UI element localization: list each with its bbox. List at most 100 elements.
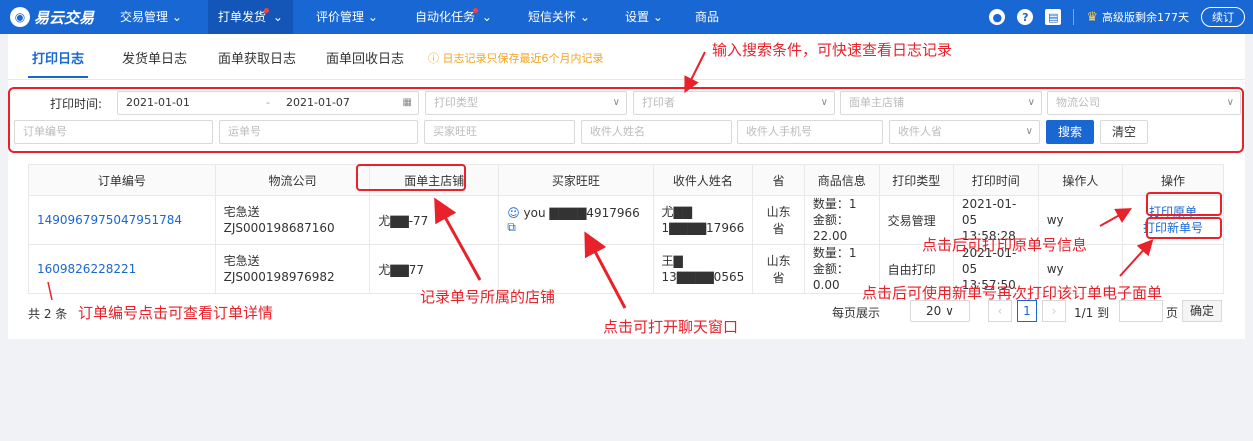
- log-tabs: 打印日志 发货单日志 面单获取日志 面单回收日志 ⓘ 日志记录只保存最近6个月内…: [8, 34, 1245, 80]
- copy-icon[interactable]: ⧉: [507, 220, 516, 234]
- province: 山东省: [752, 195, 805, 245]
- logistics-no: ZJS000198976982: [223, 270, 335, 284]
- renew-button[interactable]: 续订: [1201, 7, 1245, 27]
- nav-settings[interactable]: 设置 ⌄: [615, 0, 673, 34]
- print-original-highlight: [1146, 192, 1222, 216]
- buyer-ww[interactable]: you ▇▇▇▇4917966: [524, 206, 640, 220]
- date-end: 2021-01-07: [286, 96, 350, 109]
- col-operator: 操作人: [1037, 164, 1123, 196]
- annotation-search: 输入搜索条件，可快速查看日志记录: [712, 41, 953, 59]
- chevron-down-icon: ∨: [612, 97, 620, 108]
- app-logo[interactable]: ◉ 易云交易: [10, 6, 94, 28]
- confirm-button[interactable]: 确定: [1182, 300, 1222, 322]
- vip-remaining: 高级版剩余177天: [1102, 11, 1189, 24]
- page-size-select[interactable]: 20 ∨: [910, 300, 970, 322]
- order-no-link[interactable]: 1609826228221: [37, 262, 136, 276]
- retention-notice: ⓘ 日志记录只保存最近6个月内记录: [428, 52, 604, 65]
- active-tab-indicator: [28, 76, 88, 78]
- col-receiver-name: 收件人姓名: [652, 164, 754, 196]
- calendar-icon: ▦: [402, 97, 412, 108]
- chat-icon[interactable]: ☺: [507, 206, 520, 220]
- top-nav: ◉ 易云交易 交易管理 ⌄ 打单发货 ⌄ 评价管理 ⌄ 自动化任务 ⌄ 短信关怀 …: [0, 0, 1253, 34]
- help-icon[interactable]: ?: [1017, 9, 1034, 25]
- chevron-down-icon: ⌄: [652, 10, 663, 24]
- col-print-type: 打印类型: [878, 164, 954, 196]
- col-goods: 商品信息: [803, 164, 880, 196]
- prev-page-button[interactable]: ‹: [988, 300, 1012, 322]
- shop-header-highlight: [356, 164, 466, 191]
- shop-select[interactable]: 面单主店铺 ∨: [840, 91, 1042, 115]
- annotation-shop: 记录单号所属的店铺: [420, 288, 556, 306]
- tab-shipping-log[interactable]: 发货单日志: [122, 48, 187, 67]
- chevron-down-icon: ⌄: [481, 10, 492, 24]
- receiver-name: 尤▇▇: [661, 205, 692, 219]
- col-order-no: 订单编号: [28, 164, 216, 196]
- left-strip: [0, 34, 8, 441]
- page-unit: 页: [1166, 306, 1179, 320]
- goods-qty: 数量：1: [812, 197, 857, 211]
- chevron-down-icon: ∨: [820, 97, 828, 108]
- nav-trade-management[interactable]: 交易管理 ⌄: [110, 0, 192, 34]
- annotation-order: 订单编号点击可查看订单详情: [78, 304, 274, 322]
- message-icon[interactable]: ▤: [1045, 9, 1062, 25]
- chevron-down-icon: ∨: [945, 304, 954, 318]
- bell-icon[interactable]: ●: [989, 9, 1006, 25]
- info-icon: ⓘ: [428, 52, 439, 65]
- crown-icon: ♛: [1086, 9, 1098, 25]
- printer-select[interactable]: 打印者 ∨: [633, 91, 835, 115]
- chevron-down-icon: ⌄: [272, 10, 283, 24]
- current-page[interactable]: 1: [1017, 300, 1037, 322]
- receiver-name-input[interactable]: 收件人姓名: [581, 120, 732, 144]
- receiver-name: 王▇: [661, 254, 683, 268]
- receiver-province-select[interactable]: 收件人省 ∨: [889, 120, 1040, 144]
- order-no-link[interactable]: 1490967975047951784: [37, 213, 182, 227]
- receiver-phone: 13▇▇▇▇0565: [661, 270, 745, 284]
- clear-button[interactable]: 清空: [1100, 120, 1148, 144]
- annotation-print-new: 点击后可使用新单号再次打印该订单电子面单: [862, 284, 1163, 302]
- notify-dot: [264, 8, 270, 13]
- nav-automation[interactable]: 自动化任务 ⌄: [405, 0, 502, 34]
- waybill-no-input[interactable]: 运单号: [219, 120, 418, 144]
- next-page-button[interactable]: ›: [1042, 300, 1066, 322]
- order-no-input[interactable]: 订单编号: [14, 120, 213, 144]
- print-log-table: 订单编号 物流公司 面单主店铺 买家旺旺 收件人姓名 省 商品信息 打印类型 打…: [28, 164, 1225, 294]
- print-date: 2021-01-05: [961, 197, 1017, 227]
- tab-waybill-recycle-log[interactable]: 面单回收日志: [326, 48, 404, 67]
- nav-products[interactable]: 商品: [685, 0, 729, 34]
- date-separator: -: [266, 96, 270, 109]
- logo-text: 易云交易: [34, 8, 95, 27]
- print-type-select[interactable]: 打印类型 ∨: [425, 91, 627, 115]
- receiver-phone-input[interactable]: 收件人手机号: [737, 120, 883, 144]
- notify-dot: [473, 8, 479, 13]
- logistics-no: ZJS000198687160: [223, 221, 335, 235]
- goods-qty: 数量：1: [812, 246, 857, 260]
- chevron-down-icon: ∨: [1027, 97, 1035, 108]
- logo-icon: ◉: [10, 7, 30, 27]
- annotation-chat: 点击可打开聊天窗口: [603, 318, 739, 336]
- col-print-time: 打印时间: [952, 164, 1039, 196]
- nav-review-management[interactable]: 评价管理 ⌄: [306, 0, 388, 34]
- chevron-down-icon: ⌄: [367, 10, 378, 24]
- search-button[interactable]: 搜索: [1046, 120, 1094, 144]
- goto-page-input[interactable]: [1119, 300, 1163, 322]
- tab-waybill-fetch-log[interactable]: 面单获取日志: [218, 48, 296, 67]
- page-info: 1/1 到: [1074, 306, 1110, 320]
- tab-print-log[interactable]: 打印日志: [32, 48, 84, 67]
- logistics-name: 宅急送: [223, 254, 260, 268]
- receiver-phone: 1▇▇▇▇17966: [661, 221, 745, 235]
- col-actions: 操作: [1121, 164, 1225, 196]
- shop-name: 尤▇▇-77: [369, 195, 500, 245]
- chevron-down-icon: ⌄: [171, 10, 182, 24]
- col-logistics: 物流公司: [214, 164, 371, 196]
- buyer-ww-input[interactable]: 买家旺旺: [424, 120, 575, 144]
- total-count: 共 2 条: [28, 307, 68, 321]
- nav-print-ship[interactable]: 打单发货 ⌄: [208, 0, 293, 34]
- logistics-select[interactable]: 物流公司 ∨: [1047, 91, 1241, 115]
- col-province: 省: [752, 164, 805, 196]
- logistics-name: 宅急送: [223, 205, 260, 219]
- date-range-picker[interactable]: 2021-01-01 - 2021-01-07 ▦: [117, 91, 419, 115]
- page-size-label: 每页展示: [832, 306, 881, 320]
- table-header-row: 订单编号 物流公司 面单主店铺 买家旺旺 收件人姓名 省 商品信息 打印类型 打…: [28, 164, 1225, 196]
- nav-sms-care[interactable]: 短信关怀 ⌄: [518, 0, 600, 34]
- annotation-print-original: 点击后可打印原单号信息: [922, 236, 1088, 254]
